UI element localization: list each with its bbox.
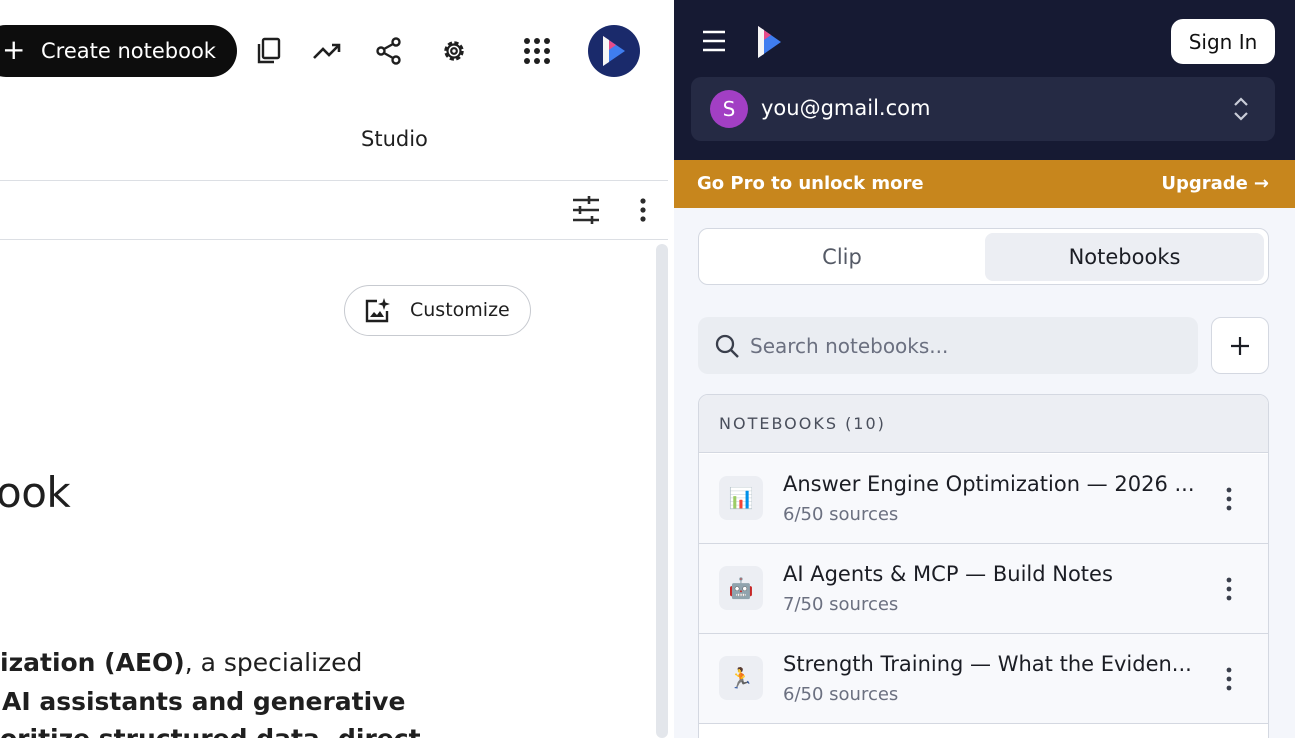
apps-grid-icon[interactable] [519, 33, 555, 69]
copy-icon[interactable] [251, 33, 287, 69]
notebook-app: + Create notebook Studio Customize ook i… [0, 0, 674, 738]
summary-line: AI assistants and generative [2, 687, 405, 716]
upgrade-label: Upgrade [1161, 173, 1248, 194]
list-item[interactable]: 📊 Answer Engine Optimization — 2026 ... … [699, 454, 1268, 544]
extension-panel: Sign In S you@gmail.com Go Pro to unlock… [674, 0, 1295, 738]
summary-bold-text: oritize structured data, direct [0, 724, 421, 738]
summary-line: ization (AEO), a specialized [0, 648, 362, 677]
promo-text: Go Pro to unlock more [697, 173, 924, 194]
search-input[interactable] [750, 329, 1180, 362]
tab-notebooks[interactable]: Notebooks [985, 233, 1264, 281]
summary-bold-text: AI assistants and generative [2, 687, 406, 716]
gear-icon[interactable] [436, 33, 472, 69]
arrow-right-icon: → [1253, 173, 1269, 194]
create-notebook-button[interactable]: + Create notebook [0, 25, 237, 77]
add-notebook-button[interactable] [1211, 317, 1269, 374]
account-avatar[interactable] [588, 25, 640, 77]
summary-text: , a specialized [184, 648, 363, 677]
window-edge [1295, 0, 1312, 738]
robot-emoji-icon: 🤖 [719, 566, 763, 610]
plus-icon [1231, 336, 1249, 355]
upgrade-link[interactable]: Upgrade → [1161, 173, 1269, 194]
create-notebook-label: Create notebook [41, 39, 216, 63]
upgrade-banner: Go Pro to unlock more Upgrade → [674, 160, 1295, 208]
scrollbar[interactable] [656, 244, 668, 738]
tune-icon[interactable] [570, 195, 602, 225]
notebook-list: NOTEBOOKS (10) 📊 Answer Engine Optimizat… [698, 394, 1269, 738]
notebook-list-header: NOTEBOOKS (10) [699, 395, 1268, 453]
search-icon [714, 333, 740, 359]
image-sparkle-icon [363, 297, 391, 325]
more-options-icon[interactable] [632, 196, 654, 224]
chart-emoji-icon: 📊 [719, 476, 763, 520]
notebook-sources: 6/50 sources [783, 504, 899, 525]
account-selector[interactable]: S you@gmail.com [691, 77, 1275, 141]
notebook-count: NOTEBOOKS (10) [719, 414, 886, 433]
more-options-icon[interactable] [1219, 484, 1239, 514]
divider [0, 239, 668, 240]
list-item[interactable]: 🤖 AI Agents & MCP — Build Notes 7/50 sou… [699, 544, 1268, 634]
notebook-sources: 6/50 sources [783, 684, 899, 705]
summary-bold-text: ization (AEO) [0, 648, 185, 677]
customize-label: Customize [410, 299, 510, 321]
list-item[interactable]: 🏃 Strength Training — What the Eviden...… [699, 634, 1268, 724]
panel-tabs: Clip Notebooks [698, 228, 1269, 285]
share-icon[interactable] [371, 33, 407, 69]
studio-title: Studio [361, 127, 428, 151]
brand-logo-icon [754, 24, 784, 60]
tab-clip[interactable]: Clip [703, 233, 981, 281]
analytics-icon[interactable] [309, 33, 345, 69]
notebook-title: Strength Training — What the Eviden... [783, 652, 1192, 676]
more-options-icon[interactable] [1219, 664, 1239, 694]
notebook-title: AI Agents & MCP — Build Notes [783, 562, 1113, 586]
runner-emoji-icon: 🏃 [719, 656, 763, 700]
brand-logo-icon [603, 36, 625, 66]
chevron-up-down-icon [1232, 96, 1250, 122]
customize-button[interactable]: Customize [344, 285, 531, 336]
search-box [698, 317, 1198, 374]
account-email: you@gmail.com [761, 96, 931, 120]
notebook-sources: 7/50 sources [783, 594, 899, 615]
notebook-title: Answer Engine Optimization — 2026 ... [783, 472, 1195, 496]
sign-in-button[interactable]: Sign In [1171, 19, 1275, 64]
more-options-icon[interactable] [1219, 574, 1239, 604]
panel-header: Sign In S you@gmail.com [674, 0, 1295, 160]
notebook-heading: ook [0, 468, 71, 517]
user-avatar: S [710, 90, 748, 128]
plus-icon: + [2, 33, 26, 66]
summary-line: oritize structured data, direct [0, 724, 421, 738]
divider [0, 180, 668, 181]
hamburger-menu-icon[interactable] [701, 29, 727, 53]
